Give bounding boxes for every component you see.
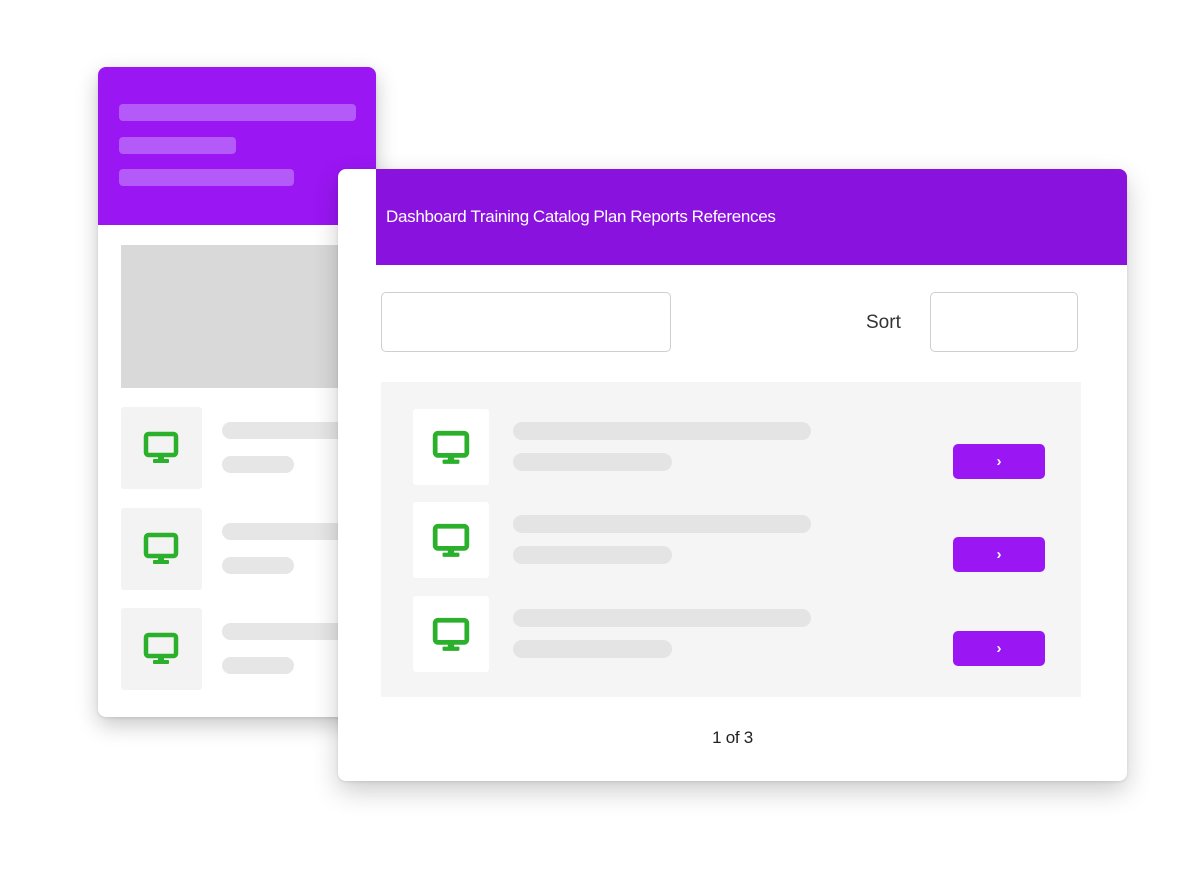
monitor-icon — [432, 523, 470, 557]
placeholder-line — [513, 546, 672, 564]
icon-tile — [121, 508, 202, 590]
icon-tile — [413, 409, 489, 485]
placeholder-line — [513, 609, 811, 627]
placeholder-line — [222, 623, 355, 640]
list-item: › — [381, 596, 1081, 672]
nav-menu: Dashboard Training Catalog Plan Reports … — [386, 207, 776, 227]
placeholder-line — [513, 515, 811, 533]
placeholder-line — [513, 640, 672, 658]
main-window: Dashboard Training Catalog Plan Reports … — [338, 169, 1127, 781]
sort-label: Sort — [866, 312, 901, 333]
placeholder-line — [513, 453, 672, 471]
placeholder-line — [513, 422, 811, 440]
list-item: › — [381, 502, 1081, 578]
nav-item-references[interactable]: References — [692, 207, 776, 227]
background-window-header — [98, 67, 376, 225]
nav-item-dashboard[interactable]: Dashboard — [386, 207, 467, 227]
nav-item-reports[interactable]: Reports — [630, 207, 688, 227]
top-navigation: Dashboard Training Catalog Plan Reports … — [376, 169, 1127, 265]
placeholder-line — [222, 657, 294, 674]
monitor-icon — [143, 632, 179, 664]
image-placeholder — [121, 245, 356, 388]
placeholder-line — [222, 422, 355, 439]
placeholder-line — [222, 456, 294, 473]
placeholder-bar — [119, 104, 356, 121]
placeholder-bar — [119, 137, 236, 154]
nav-item-catalog[interactable]: Catalog — [533, 207, 590, 227]
pagination-indicator: 1 of 3 — [712, 728, 753, 747]
monitor-icon — [143, 431, 179, 463]
icon-tile — [413, 596, 489, 672]
monitor-icon — [143, 532, 179, 564]
nav-item-plan[interactable]: Plan — [593, 207, 626, 227]
icon-tile — [121, 407, 202, 489]
monitor-icon — [432, 617, 470, 651]
background-window — [98, 67, 376, 717]
nav-item-training[interactable]: Training — [470, 207, 529, 227]
results-list: › › › — [381, 382, 1081, 697]
placeholder-line — [222, 523, 355, 540]
list-item: › — [381, 409, 1081, 485]
open-item-button[interactable]: › — [953, 537, 1045, 572]
open-item-button[interactable]: › — [953, 444, 1045, 479]
icon-tile — [121, 608, 202, 690]
placeholder-line — [222, 557, 294, 574]
placeholder-bar — [119, 169, 294, 186]
open-item-button[interactable]: › — [953, 631, 1045, 666]
icon-tile — [413, 502, 489, 578]
monitor-icon — [432, 430, 470, 464]
search-input[interactable] — [381, 292, 671, 352]
sort-select[interactable] — [930, 292, 1078, 352]
